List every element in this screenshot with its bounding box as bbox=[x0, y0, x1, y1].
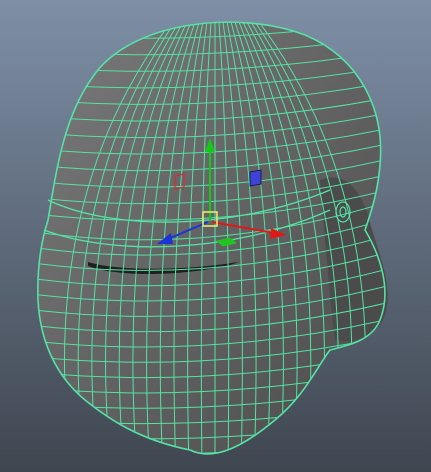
viewport-scene bbox=[20, 17, 410, 470]
plane-handle-xy[interactable] bbox=[249, 169, 262, 187]
helmet-mesh[interactable] bbox=[20, 17, 410, 470]
3d-viewport[interactable] bbox=[0, 0, 431, 472]
